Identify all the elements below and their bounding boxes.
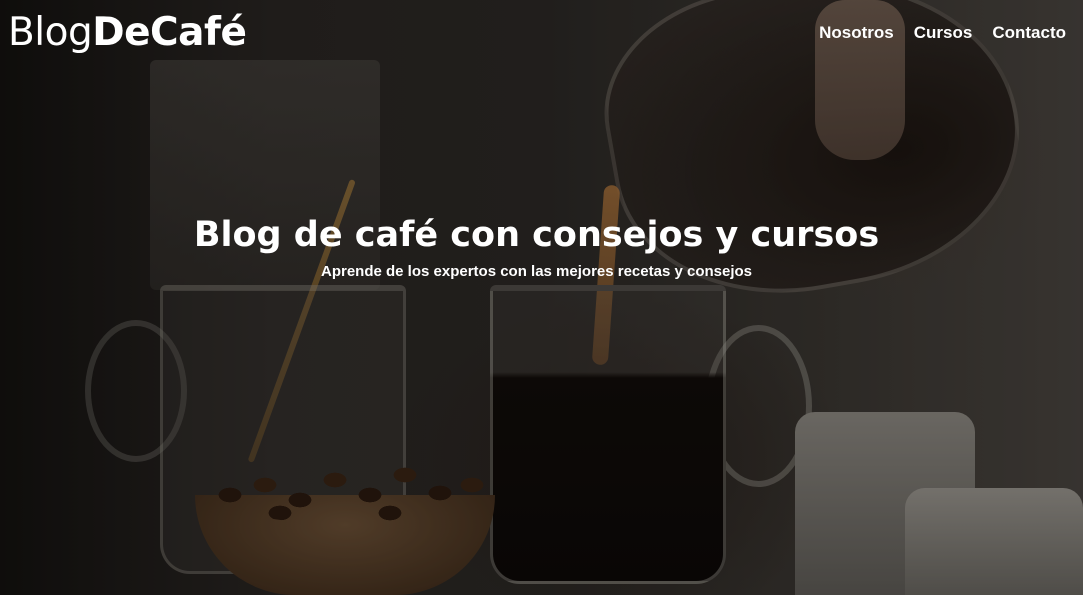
main-navigation: Nosotros Cursos Contacto (819, 22, 1066, 44)
logo-text-regular: Blog (8, 10, 93, 55)
nav-link-nosotros[interactable]: Nosotros (819, 22, 894, 44)
hero-text-block: Blog de café con consejos y cursos Apren… (0, 210, 1073, 284)
hero-subtitle: Aprende de los expertos con las mejores … (320, 263, 752, 280)
logo-text-bold: DeCafé (92, 10, 247, 55)
hero-title: Blog de café con consejos y cursos (193, 215, 880, 255)
nav-link-contacto[interactable]: Contacto (992, 22, 1066, 44)
nav-link-cursos[interactable]: Cursos (914, 22, 973, 44)
hero-background-image (0, 0, 1083, 595)
hero-section: BlogDeCafé Nosotros Cursos Contacto Blog… (0, 0, 1083, 595)
site-logo[interactable]: BlogDeCafé (8, 8, 247, 58)
